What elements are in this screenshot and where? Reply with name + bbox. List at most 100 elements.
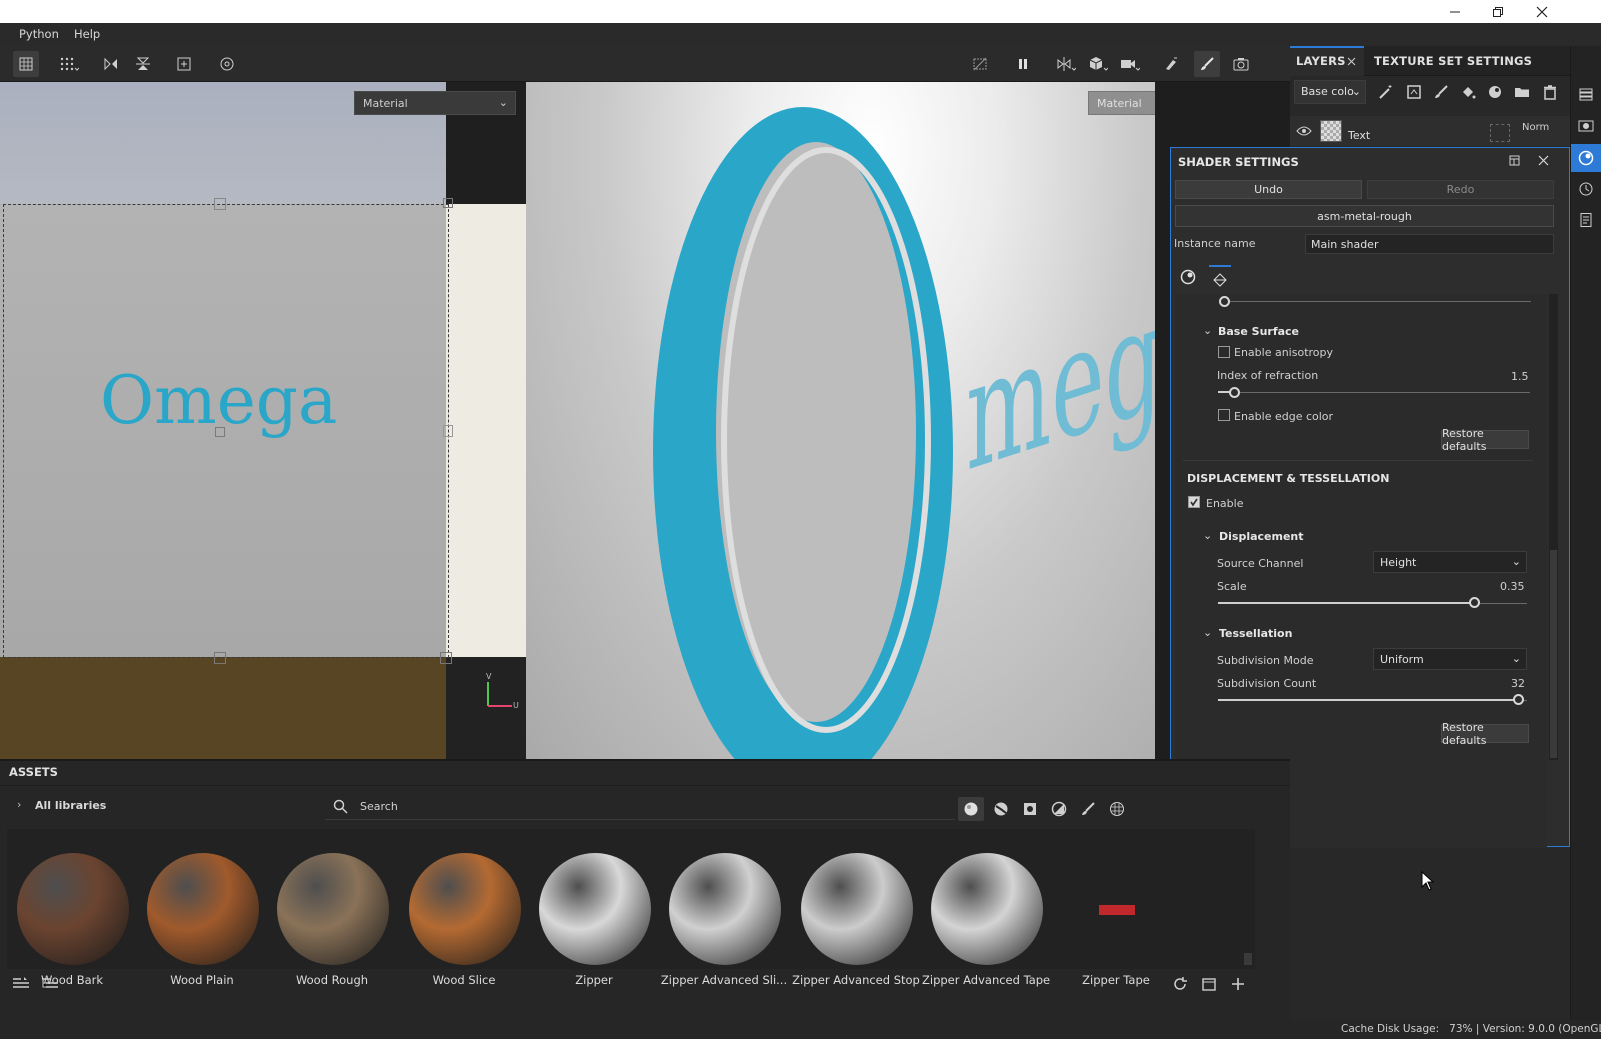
chevron-down-icon[interactable]: ⌄	[1203, 324, 1212, 337]
scale-value[interactable]: 0.35	[1500, 580, 1525, 593]
subdivision-mode-select[interactable]: Uniform ⌄	[1373, 648, 1527, 670]
shader-preset-button[interactable]: asm-metal-rough	[1175, 205, 1554, 227]
asset-tile[interactable]: Wood Rough	[268, 853, 396, 993]
add-folder-button[interactable]	[1514, 84, 1530, 100]
add-asset-button[interactable]	[1230, 976, 1246, 992]
asset-tile[interactable]: Wood Slice	[400, 853, 528, 993]
close-icon[interactable]	[1347, 57, 1356, 66]
slider-knob[interactable]	[1219, 296, 1230, 307]
tessellation-header[interactable]: Tessellation	[1219, 627, 1292, 640]
asset-tile[interactable]: Wood Plain	[138, 853, 266, 993]
scrollbar-thumb[interactable]	[1550, 550, 1557, 758]
asset-search-input[interactable]: Search	[325, 794, 955, 820]
selection-handle[interactable]	[440, 652, 452, 664]
filter-textures-button[interactable]	[1104, 797, 1130, 821]
base-surface-header[interactable]: Base Surface	[1218, 325, 1299, 338]
channel-select[interactable]: Base colo ⌄	[1294, 80, 1366, 104]
undo-button[interactable]: Undo	[1175, 180, 1362, 199]
tab-layers[interactable]: LAYERS	[1296, 54, 1346, 68]
screenshot-button[interactable]	[1228, 51, 1254, 77]
add-mask-button[interactable]	[1406, 84, 1422, 100]
asset-tile[interactable]: Zipper Advanced Tape	[922, 853, 1050, 993]
asset-tile[interactable]: Wood Bark	[8, 853, 136, 993]
subdivision-count-knob[interactable]	[1513, 694, 1524, 705]
selection-handle[interactable]	[215, 427, 225, 437]
list-view-button[interactable]	[12, 976, 30, 992]
instance-name-field[interactable]: Main shader	[1305, 234, 1554, 254]
3d-material-select[interactable]: Material	[1088, 91, 1155, 115]
3d-viewport[interactable]: mega Material	[526, 82, 1155, 759]
selection-handle[interactable]	[443, 425, 453, 437]
uv-view-button[interactable]	[13, 51, 39, 77]
filter-masks-button[interactable]	[1017, 797, 1043, 821]
smudge-tool-button[interactable]	[1158, 51, 1184, 77]
filter-generators-button[interactable]	[1046, 797, 1072, 821]
open-library-button[interactable]	[1201, 976, 1217, 992]
flip-vertical-button[interactable]	[130, 51, 156, 77]
eye-icon[interactable]	[1296, 125, 1312, 137]
source-channel-select[interactable]: Height ⌄	[1373, 551, 1527, 573]
symmetry-button[interactable]	[1053, 51, 1079, 77]
float-panel-icon[interactable]	[1509, 155, 1520, 166]
history-dock-button[interactable]	[1578, 181, 1594, 197]
slider-track[interactable]	[1225, 301, 1531, 302]
chevron-down-icon[interactable]: ⌄	[1203, 529, 1212, 542]
blend-mode-select[interactable]: Norm	[1522, 122, 1549, 133]
pause-button[interactable]	[1010, 51, 1036, 77]
close-icon[interactable]	[1538, 155, 1549, 166]
selection-handle[interactable]	[214, 198, 226, 210]
shader-tab-displacement[interactable]	[1209, 265, 1231, 291]
enable-edge-color-checkbox[interactable]	[1218, 409, 1230, 421]
selection-handle[interactable]	[443, 198, 453, 208]
add-paint-layer-button[interactable]	[1433, 84, 1449, 100]
layer-name[interactable]: Text	[1348, 129, 1370, 142]
reset-view-button[interactable]	[214, 51, 240, 77]
add-fill-layer-button[interactable]	[1460, 84, 1476, 100]
filter-brushes-button[interactable]	[1075, 797, 1101, 821]
grid-options-button[interactable]	[56, 51, 82, 77]
menu-python[interactable]: Python	[19, 27, 59, 41]
chevron-right-icon[interactable]: ›	[17, 798, 21, 811]
uv-material-select[interactable]: Material ⌄	[354, 91, 516, 115]
subdivision-count-value[interactable]: 32	[1511, 677, 1525, 690]
asset-tile[interactable]: Zipper	[530, 853, 658, 993]
close-window-button[interactable]	[1520, 0, 1564, 23]
ior-slider-track[interactable]	[1218, 392, 1530, 393]
layer-mask-slot[interactable]	[1490, 124, 1510, 142]
minimize-button[interactable]	[1433, 0, 1477, 23]
displacement-header[interactable]: Displacement	[1219, 530, 1304, 543]
hide-overlay-button[interactable]	[967, 51, 993, 77]
paint-tool-button[interactable]	[1194, 51, 1220, 77]
asset-tile[interactable]: Zipper Tape	[1052, 853, 1180, 993]
redo-button[interactable]: Redo	[1367, 180, 1554, 199]
layer-effect-button[interactable]	[1378, 84, 1394, 100]
log-dock-button[interactable]	[1578, 212, 1594, 228]
refresh-button[interactable]	[1172, 976, 1188, 992]
camera-mode-button[interactable]	[1117, 51, 1143, 77]
scale-slider-knob[interactable]	[1469, 597, 1480, 608]
delete-layer-button[interactable]	[1542, 84, 1558, 100]
ior-value[interactable]: 1.5	[1511, 370, 1529, 383]
uv-viewport[interactable]: Omega Material ⌄ V U	[0, 82, 526, 759]
restore-defaults-button[interactable]: Restore defaults	[1441, 721, 1529, 747]
chevron-down-icon[interactable]: ⌄	[1203, 626, 1212, 639]
shader-settings-dock-button[interactable]	[1571, 144, 1601, 172]
display-mode-button[interactable]	[1085, 51, 1111, 77]
filter-smart-materials-button[interactable]	[988, 797, 1014, 821]
restore-button[interactable]	[1476, 0, 1520, 23]
layers-dock-button[interactable]	[1578, 86, 1594, 102]
layer-row[interactable]: Text Norm	[1290, 116, 1570, 146]
enable-anisotropy-checkbox[interactable]	[1218, 346, 1230, 358]
tab-texture-set-settings[interactable]: TEXTURE SET SETTINGS	[1374, 54, 1532, 68]
scrollbar-thumb[interactable]	[1244, 953, 1252, 965]
add-smart-material-button[interactable]	[1487, 84, 1503, 100]
tree-view-button[interactable]	[41, 976, 59, 992]
flip-horizontal-button[interactable]	[98, 51, 124, 77]
all-libraries-item[interactable]: All libraries	[35, 799, 106, 812]
shader-tab-material[interactable]	[1177, 265, 1199, 291]
fit-view-button[interactable]	[171, 51, 197, 77]
asset-tile[interactable]: Zipper Advanced Stop	[792, 853, 920, 993]
display-settings-dock-button[interactable]	[1578, 118, 1594, 134]
asset-tile[interactable]: Zipper Advanced Sli...	[660, 853, 788, 993]
ior-slider-knob[interactable]	[1229, 387, 1240, 398]
